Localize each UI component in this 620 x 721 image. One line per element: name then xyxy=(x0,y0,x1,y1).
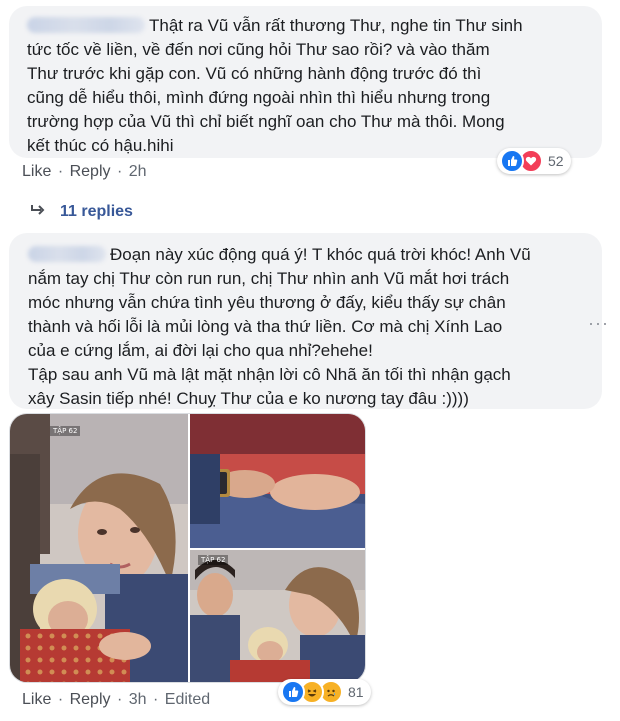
comment-timestamp[interactable]: 3h xyxy=(129,691,147,708)
like-icon xyxy=(281,680,305,704)
comment-text-line: cũng dễ hiểu thôi, mình đứng ngoài nhìn … xyxy=(27,88,491,107)
comment-text-line: xây Sasin tiếp nhé! Chuỵ Thư của e ko nư… xyxy=(28,389,469,408)
reaction-summary[interactable]: 52 xyxy=(497,148,571,174)
photo-couple-with-baby[interactable]: TẬP 62 xyxy=(190,550,365,682)
comment-timestamp[interactable]: 2h xyxy=(129,163,147,180)
commenter-name-blurred[interactable] xyxy=(28,246,106,262)
comment-text-line: Thật ra Vũ vẫn rất thương Thư, nghe tin … xyxy=(27,14,590,38)
replies-count-label: 11 replies xyxy=(60,203,133,220)
reaction-summary[interactable]: 81 xyxy=(278,679,371,705)
comment-text-line: Thư trước khi gặp con. Vũ có những hành … xyxy=(27,64,482,83)
comment-text-line: móc nhưng vẫn chứa tình yêu thương ở đấy… xyxy=(28,293,506,312)
edited-label[interactable]: Edited xyxy=(165,691,210,708)
comment-text-line: Đoạn này xúc động quá ý! T khóc quá trời… xyxy=(28,243,590,267)
separator-dot: · xyxy=(152,691,159,708)
like-button[interactable]: Like xyxy=(22,163,51,180)
more-options-icon[interactable]: ··· xyxy=(588,313,609,334)
photo-mother-and-baby[interactable]: TẬP 62 xyxy=(10,414,188,682)
reply-button[interactable]: Reply xyxy=(70,163,111,180)
reply-arrow-icon xyxy=(30,203,46,221)
comment-actions: Like · Reply · 3h · Edited xyxy=(22,691,210,709)
comment-text-line: trường hợp của Vũ thì chỉ biết nghĩ oan … xyxy=(27,112,505,131)
reply-button[interactable]: Reply xyxy=(70,691,111,708)
like-button[interactable]: Like xyxy=(22,691,51,708)
commenter-name-blurred[interactable] xyxy=(27,17,145,33)
reaction-count: 81 xyxy=(348,684,364,700)
comment-text-line: nắm tay chị Thư còn run run, chị Thư nhì… xyxy=(28,269,510,288)
comment-text-line: thành và hối lỗi là mủi lòng và tha thứ … xyxy=(28,317,503,336)
separator-dot: · xyxy=(116,163,123,180)
reaction-count: 52 xyxy=(548,153,564,169)
view-replies-link[interactable]: 11 replies xyxy=(30,203,133,221)
separator-dot: · xyxy=(116,691,123,708)
episode-tag: TẬP 62 xyxy=(50,426,81,436)
comment-bubble: Đoạn này xúc động quá ý! T khóc quá trời… xyxy=(9,233,602,409)
separator-dot: · xyxy=(57,691,64,708)
like-icon xyxy=(500,149,524,173)
comment-text-line: Tập sau anh Vũ mà lật mặt nhận lời cô Nh… xyxy=(28,365,511,384)
separator-dot: · xyxy=(57,163,64,180)
comment-bubble: Thật ra Vũ vẫn rất thương Thư, nghe tin … xyxy=(9,6,602,158)
photo-holding-hands[interactable] xyxy=(190,414,365,548)
episode-tag: TẬP 62 xyxy=(198,555,229,565)
comment-actions: Like · Reply · 2h xyxy=(22,163,147,181)
photo-collage[interactable]: TẬP 62 TẬP 62 xyxy=(9,413,366,683)
comment-text-line: tức tốc về liền, về đến nơi cũng hỏi Thư… xyxy=(27,40,490,59)
comment-text-line: của e cứng lắm, ai đời lại cho qua nhỉ?e… xyxy=(28,341,373,360)
